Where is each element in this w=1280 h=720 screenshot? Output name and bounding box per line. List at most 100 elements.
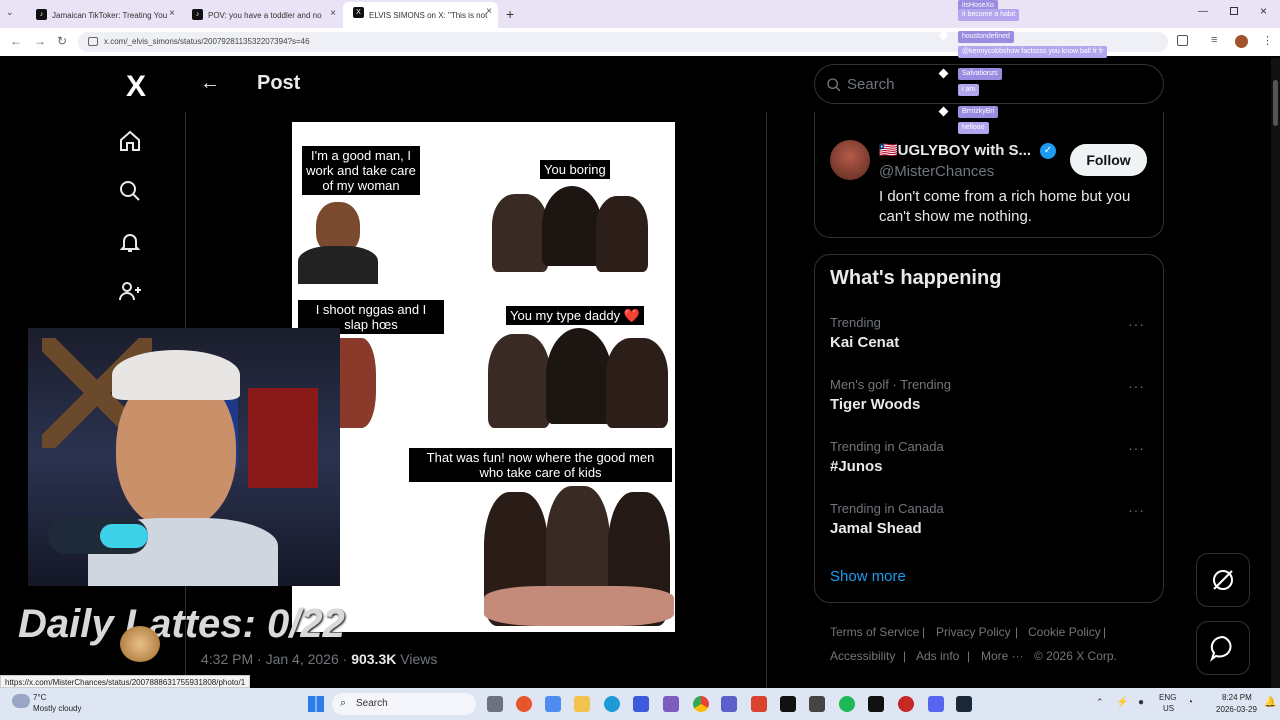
follow-add-person-icon[interactable] (116, 277, 144, 305)
daily-lattes-counter: Daily Lattes: 0/22 (18, 602, 345, 646)
tab-list-dropdown-icon[interactable]: ⌄ (6, 7, 20, 21)
trend-item-jamal-shead[interactable]: Jamal Shead (830, 520, 922, 537)
women-group-figure (488, 328, 672, 428)
app-icon[interactable] (516, 696, 532, 712)
taskbar-search[interactable]: Search (332, 693, 476, 715)
tiktok-icon[interactable] (780, 696, 796, 712)
trend-context: Trending in Canada (830, 501, 944, 516)
back-arrow-icon[interactable]: ← (200, 72, 220, 95)
new-tab-button[interactable]: + (506, 6, 514, 22)
app-icon[interactable] (898, 696, 914, 712)
steam-icon[interactable] (956, 696, 972, 712)
browser-menu-icon[interactable]: ⋮ (1262, 34, 1273, 47)
tab-elvis-simons[interactable]: X ELVIS SIMONS on X: "This is not × (343, 2, 498, 28)
reading-list-icon[interactable]: ≡ (1211, 34, 1217, 46)
trend-item-junos[interactable]: #Junos (830, 458, 883, 475)
grok-button[interactable] (1196, 553, 1250, 607)
back-icon[interactable]: ← (10, 34, 22, 48)
chat-bubble-icon (1210, 635, 1232, 662)
file-explorer-icon[interactable] (574, 696, 590, 712)
weather-description[interactable]: Mostly cloudy (33, 704, 81, 713)
more-options-icon[interactable]: ··· (1128, 316, 1145, 332)
more-options-icon[interactable]: ··· (1128, 440, 1145, 456)
app-icon[interactable] (545, 696, 561, 712)
trend-item-kai-cenat[interactable]: Kai Cenat (830, 334, 899, 351)
good-man-figure (298, 202, 378, 284)
messages-button[interactable] (1196, 621, 1250, 675)
restore-window-icon[interactable] (1230, 7, 1238, 15)
x-logo[interactable]: X (126, 70, 146, 104)
footer-ads-link[interactable]: Ads info (916, 649, 959, 663)
more-options-icon[interactable]: ··· (1128, 378, 1145, 394)
weather-temperature[interactable]: 7°C (33, 693, 46, 702)
footer-cookie-link[interactable]: Cookie Policy (1028, 625, 1101, 639)
teams-icon[interactable] (721, 696, 737, 712)
follow-bio: I don't come from a rich home but you ca… (879, 188, 1131, 225)
avatar[interactable] (830, 140, 870, 180)
meme-caption-good-men-kids: That was fun! now where the good men who… (409, 448, 672, 482)
tab-pov-toddler[interactable]: ♪ POV: you have a toddler and no × (182, 4, 342, 26)
chrome-icon[interactable] (693, 696, 709, 712)
close-tab-icon[interactable]: × (169, 8, 175, 19)
discord-icon[interactable] (928, 696, 944, 712)
post-image[interactable]: I'm a good man, I work and take care of … (292, 122, 675, 632)
tab-title: Jamaican TikToker: Treating You (52, 10, 168, 20)
chat-message: @kennycobbshow factssss you know ball fr… (958, 46, 1108, 58)
app-icon[interactable] (663, 696, 679, 712)
search-icon (826, 77, 842, 98)
trend-context: Trending in Canada (830, 439, 944, 454)
footer-accessibility-link[interactable]: Accessibility (830, 649, 895, 663)
windows-start-icon[interactable] (308, 696, 324, 712)
app-icon[interactable] (868, 696, 884, 712)
site-info-icon[interactable] (88, 37, 98, 46)
notifications-bell-icon[interactable] (116, 228, 144, 256)
language-indicator[interactable]: ENG (1159, 693, 1176, 702)
close-tab-icon[interactable]: × (330, 8, 336, 19)
reload-icon[interactable]: ↻ (57, 34, 67, 48)
spotify-icon[interactable] (839, 696, 855, 712)
trend-context: Men's golf · Trending (830, 377, 951, 392)
task-view-icon[interactable] (487, 696, 503, 712)
forward-icon[interactable]: → (34, 34, 46, 48)
explore-search-icon[interactable] (116, 177, 144, 205)
app-icon[interactable] (751, 696, 767, 712)
footer-privacy-link[interactable]: Privacy Policy (936, 625, 1011, 639)
profile-avatar-icon[interactable] (1235, 35, 1248, 48)
taskbar-search-label: Search (356, 698, 388, 709)
page-title: Post (257, 72, 301, 94)
app-icon[interactable] (633, 696, 649, 712)
more-options-icon[interactable]: ··· (1128, 502, 1145, 518)
page-scrollbar[interactable] (1271, 58, 1280, 688)
views-count: 903.3K (351, 651, 397, 667)
show-more-link[interactable]: Show more (830, 568, 906, 585)
app-icon[interactable] (809, 696, 825, 712)
footer-terms-link[interactable]: Terms of Service (830, 625, 919, 639)
weather-cloud-icon[interactable] (12, 694, 30, 708)
home-icon[interactable] (116, 127, 144, 155)
notification-bell-icon[interactable]: 🔔 (1264, 697, 1276, 708)
follow-button[interactable]: Follow (1070, 144, 1147, 176)
minimize-window-icon[interactable]: — (1198, 6, 1208, 17)
scrollbar-thumb[interactable] (1273, 80, 1278, 126)
extensions-icon[interactable] (1177, 35, 1188, 46)
taskbar-clock-time[interactable]: 8:24 PM (1222, 693, 1252, 702)
network-icon[interactable]: ⚡ (1116, 697, 1128, 708)
trend-context: Trending (830, 315, 881, 330)
follow-display-name[interactable]: 🇱🇷UGLYBOY with S... (879, 141, 1031, 159)
tab-jamaican-tiktoker[interactable]: ♪ Jamaican TikToker: Treating You × (26, 4, 181, 26)
microphone-icon[interactable]: ● (1138, 697, 1144, 708)
close-tab-icon[interactable]: × (486, 6, 492, 17)
region-indicator[interactable]: US (1163, 704, 1174, 713)
trend-item-tiger-woods[interactable]: Tiger Woods (830, 396, 920, 413)
meme-caption-you-boring: You boring (540, 160, 610, 179)
footer-more-link[interactable]: More ··· (981, 649, 1024, 663)
whats-happening-title: What's happening (830, 267, 1002, 289)
wifi-icon[interactable]: ◔ (1187, 697, 1193, 708)
close-window-icon[interactable]: × (1260, 4, 1267, 18)
follow-handle[interactable]: @MisterChances (879, 163, 994, 180)
tray-chevron-icon[interactable]: ⌃ (1096, 697, 1104, 708)
edge-icon[interactable] (604, 696, 620, 712)
thug-figure (340, 338, 376, 428)
taskbar-clock-date[interactable]: 2026-03-29 (1216, 705, 1257, 714)
grok-icon (1213, 570, 1233, 590)
